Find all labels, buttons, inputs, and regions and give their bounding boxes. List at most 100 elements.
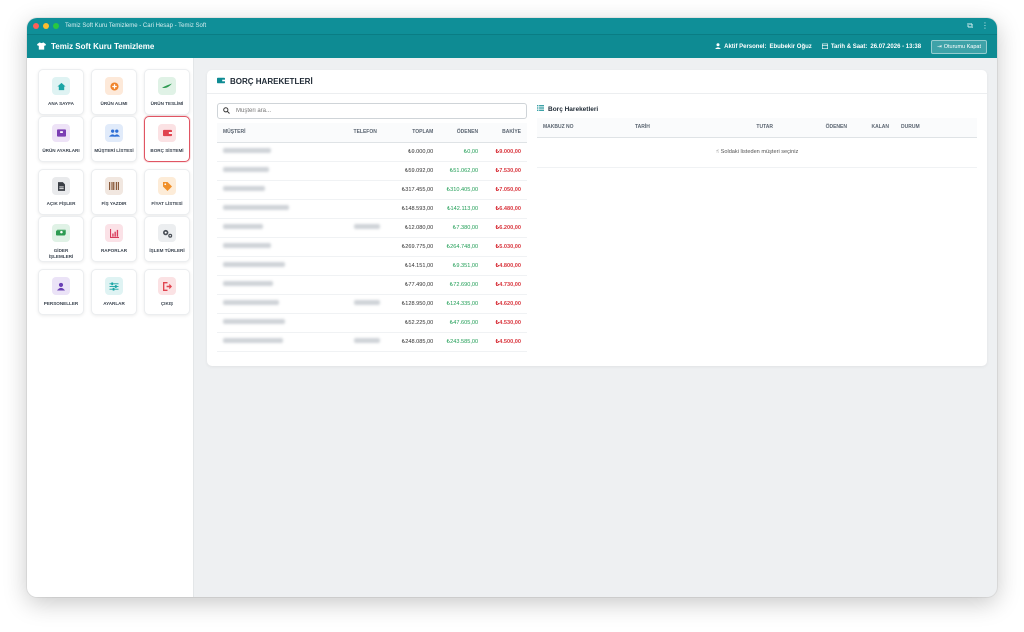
sidebar-item-13[interactable]: AYARLAR [91,269,137,315]
movement-column-header[interactable]: KALAN [853,118,895,138]
customer-phone-redacted [347,180,391,200]
debt-movements-panel: Borç Hareketleri MAKBUZ NO TARİH TUTAR ÖDEN… [537,103,977,168]
more-icon[interactable]: ⋮ [981,21,989,31]
sidebar-item-12[interactable]: PERSONELLER [38,269,84,315]
title-bar: Temiz Soft Kuru Temizleme - Cari Hesap -… [27,18,997,34]
paid-cell: ₺0,00 [439,142,485,162]
table-row[interactable]: ₺77.490,00 ₺72.690,00 ₺4.730,00 [217,275,527,295]
app-title-text: Temiz Soft Kuru Temizleme [51,42,155,51]
customer-name-redacted [217,313,348,333]
balance-cell: ₺7.050,00 [484,180,527,200]
total-cell: ₺148.593,00 [390,199,440,219]
customer-list-panel: MÜŞTERİTELEFONTOPLAMÖDENENBAKİYE ₺9.000,… [217,103,527,352]
sidebar-item-8[interactable]: FİYAT LİSTESİ [144,169,190,215]
paid-cell: ₺72.690,00 [439,275,485,295]
search-box[interactable] [217,103,527,119]
column-header[interactable]: BAKİYE [484,123,527,143]
sidebar-item-11[interactable]: İŞLEM TÜRLERİ [144,216,190,262]
column-header[interactable]: TELEFON [347,123,391,143]
balance-cell: ₺7.530,00 [484,161,527,181]
customer-name-redacted [217,161,348,181]
search-icon [223,106,230,116]
table-row[interactable]: ₺14.151,00 ₺9.351,00 ₺4.800,00 [217,256,527,276]
table-row[interactable]: ₺317.455,00 ₺310.405,00 ₺7.050,00 [217,180,527,200]
customer-name-redacted [217,180,348,200]
customer-name-redacted [217,199,348,219]
sidebar-item-1[interactable]: ÜRÜN ALIMI [91,69,137,115]
user-icon [715,42,722,51]
table-row[interactable]: ₺12.080,00 ₺7.380,00 ₺6.200,00 [217,218,527,238]
customer-name-redacted [217,218,348,238]
chart-icon [105,224,123,242]
sidebar-item-10[interactable]: RAPORLAR [91,216,137,262]
customer-phone-redacted [347,161,391,181]
maximize-window-button[interactable] [53,23,59,29]
sidebar-item-7[interactable]: FİŞ YAZDIR [91,169,137,215]
movement-column-header[interactable]: DURUM [895,118,977,138]
table-row[interactable]: ₺9.000,00 ₺0,00 ₺9.000,00 [217,142,527,162]
plus-circle-icon [105,77,123,95]
search-input[interactable] [236,108,506,114]
table-row[interactable]: ₺269.775,00 ₺264.748,00 ₺5.030,00 [217,237,527,257]
sidebar-item-label: AYARLAR [103,301,125,306]
minimize-window-button[interactable] [43,23,49,29]
table-row[interactable]: ₺59.092,00 ₺51.062,00 ₺7.530,00 [217,161,527,181]
gears-icon [158,224,176,242]
app-header: Temiz Soft Kuru Temizleme Aktif Personel… [27,34,997,58]
customer-phone-redacted [347,218,391,238]
sidebar-item-label: İŞLEM TÜRLERİ [149,248,185,253]
column-header[interactable]: MÜŞTERİ [217,123,348,143]
sidebar-item-2[interactable]: ÜRÜN TESLİMİ [144,69,190,115]
active-personnel: Aktif Personel: Ebubekir Oğuz [715,42,812,51]
close-window-button[interactable] [33,23,39,29]
money-icon [52,224,70,242]
sidebar-item-14[interactable]: ÇIKIŞ [144,269,190,315]
movement-column-header[interactable]: TUTAR [699,118,779,138]
paid-cell: ₺124.335,00 [439,294,485,314]
tag-icon [158,177,176,195]
sidebar-item-label: ANA SAYFA [48,101,74,106]
table-row[interactable]: ₺248.085,00 ₺243.585,00 ₺4.500,00 [217,332,527,352]
total-cell: ₺77.490,00 [390,275,440,295]
logout-button[interactable]: ⇥ Oturumu Kapat [931,39,987,54]
copy-icon[interactable]: ⧉ [967,21,973,31]
sidebar-item-label: ÜRÜN ALIMI [100,101,128,106]
sidebar-item-0[interactable]: ANA SAYFA [38,69,84,115]
customer-phone-redacted [347,199,391,219]
sidebar-item-6[interactable]: AÇIK FİŞLER [38,169,84,215]
window-controls [33,23,59,29]
balance-cell: ₺9.000,00 [484,142,527,162]
users-icon [105,124,123,142]
leaf-icon [158,77,176,95]
logout-icon: ⇥ [937,43,942,50]
window-title: Temiz Soft Kuru Temizleme - Cari Hesap -… [65,23,207,29]
customer-phone-redacted [347,142,391,162]
datetime-value: 26.07.2026 - 13:38 [870,43,922,50]
sidebar-item-4[interactable]: MÜŞTERİ LİSTESİ [91,116,137,162]
sidebar-item-3[interactable]: ÜRÜN AYARLARI [38,116,84,162]
sidebar-item-5[interactable]: BORÇ SİSTEMİ [144,116,190,162]
table-row[interactable]: ₺128.950,00 ₺124.335,00 ₺4.620,00 [217,294,527,314]
customer-phone-redacted [347,237,391,257]
box-icon [52,124,70,142]
total-cell: ₺269.775,00 [390,237,440,257]
column-header[interactable]: ÖDENEN [439,123,485,143]
sidebar-item-label: PERSONELLER [43,301,79,306]
sidebar-item-label: GİDER İŞLEMLERİ [48,248,74,259]
datetime: Tarih & Saat: 26.07.2026 - 13:38 [821,43,922,51]
customer-name-redacted [217,275,348,295]
movement-column-header[interactable]: ÖDENEN [779,118,853,138]
table-row[interactable]: ₺52.225,00 ₺47.605,00 ₺4.530,00 [217,313,527,333]
balance-cell: ₺4.530,00 [484,313,527,333]
balance-cell: ₺4.500,00 [484,332,527,352]
empty-row: ☝ Soldaki listeden müşteri seçiniz [537,137,977,168]
table-row[interactable]: ₺148.593,00 ₺142.113,00 ₺6.480,00 [217,199,527,219]
column-header[interactable]: TOPLAM [390,123,440,143]
movement-column-header[interactable]: TARİH [629,118,699,138]
customer-name-redacted [217,142,348,162]
movement-column-header[interactable]: MAKBUZ NO [537,118,629,138]
customer-phone-redacted [347,256,391,276]
balance-cell: ₺5.030,00 [484,237,527,257]
sidebar-item-9[interactable]: GİDER İŞLEMLERİ [38,216,84,262]
total-cell: ₺248.085,00 [390,332,440,352]
